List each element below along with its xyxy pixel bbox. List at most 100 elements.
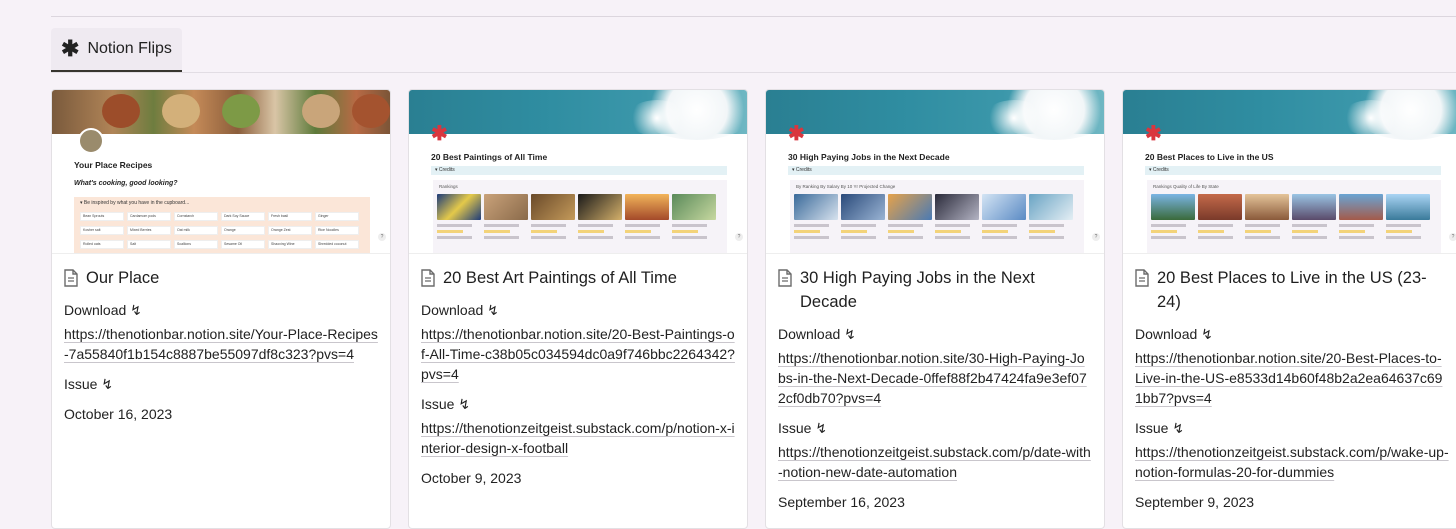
cover-database: Rankings Quality of Life By State — [1147, 180, 1441, 253]
sea-cover-image — [409, 90, 747, 140]
page-icon — [64, 269, 78, 287]
download-label: Download ↯ — [1135, 326, 1213, 342]
gallery-card-best-places[interactable]: ✱ 20 Best Places to Live in the US ▾ Cre… — [1122, 89, 1456, 529]
cover-row-placeholder — [578, 224, 622, 242]
ingredient-cell: Cardamom pods — [127, 212, 171, 221]
ingredient-cell: Mixed Berries — [127, 226, 171, 235]
ingredient-cell: Shaoxing Wine — [268, 240, 312, 249]
issue-link[interactable]: https://thenotionzeitgeist.substack.com/… — [421, 418, 735, 458]
download-label: Download ↯ — [778, 326, 856, 342]
ingredient-cell: Sesame Oil — [221, 240, 265, 249]
download-link[interactable]: https://thenotionbar.notion.site/Your-Pl… — [64, 324, 378, 364]
card-cover: ✱ 30 High Paying Jobs in the Next Decade… — [766, 90, 1104, 254]
ingredients-grid: Bean Sprouts Cardamom pods Cornstarch Dark … — [80, 212, 359, 249]
cover-subtitle: What's cooking, good looking? — [74, 180, 178, 187]
cover-row-placeholder — [982, 224, 1026, 242]
help-icon: ? — [1092, 233, 1100, 241]
help-icon: ? — [1449, 233, 1456, 241]
cover-row-placeholder — [841, 224, 885, 242]
ingredients-box: ▾ Be inspired by what you have in the cu… — [74, 197, 370, 253]
ingredient-cell: Salt — [127, 240, 171, 249]
ingredients-title: ▾ Be inspired by what you have in the cu… — [80, 200, 190, 206]
cover-row-placeholder — [1339, 224, 1383, 242]
issue-link[interactable]: https://thenotionzeitgeist.substack.com/… — [1135, 442, 1449, 482]
cover-row-placeholder — [625, 224, 669, 242]
issue-label: Issue ↯ — [1135, 420, 1185, 436]
cover-row-placeholder — [484, 224, 528, 242]
issue-label: Issue ↯ — [421, 396, 471, 412]
page-icon — [1135, 269, 1149, 287]
top-divider — [51, 16, 1456, 17]
ingredient-cell: Oat milk — [174, 226, 218, 235]
cover-row-placeholder — [1292, 224, 1336, 242]
cover-row-placeholder — [1245, 224, 1289, 242]
ingredient-cell: Ginger — [315, 212, 359, 221]
download-link[interactable]: https://thenotionbar.notion.site/20-Best… — [1135, 348, 1449, 408]
cover-title: 20 Best Paintings of All Time — [431, 152, 548, 162]
ingredient-cell: Bean Sprouts — [80, 212, 124, 221]
card-cover: Your Place Recipes What's cooking, good … — [52, 90, 390, 254]
cover-row-placeholder — [794, 224, 838, 242]
card-date: October 16, 2023 — [64, 406, 173, 422]
cover-row-placeholder — [1029, 224, 1073, 242]
food-cover-image — [52, 90, 390, 134]
cover-db-rows — [437, 224, 716, 242]
card-date: September 9, 2023 — [1135, 494, 1255, 510]
cover-title: 20 Best Places to Live in the US — [1145, 152, 1274, 162]
cover-row-placeholder — [1151, 224, 1195, 242]
issue-link[interactable]: https://thenotionzeitgeist.substack.com/… — [778, 442, 1092, 482]
ingredient-cell: Scallions — [174, 240, 218, 249]
cover-database: Rankings — [433, 180, 727, 253]
page-icon — [421, 269, 435, 287]
cover-title: Your Place Recipes — [74, 160, 153, 170]
gallery-card-high-paying-jobs[interactable]: ✱ 30 High Paying Jobs in the Next Decade… — [765, 89, 1105, 529]
card-date: October 9, 2023 — [421, 470, 522, 486]
sea-cover-image — [1123, 90, 1456, 140]
cover-row-placeholder — [888, 224, 932, 242]
ingredient-cell: Rolled oats — [80, 240, 124, 249]
card-cover: ✱ 20 Best Paintings of All Time ▾ Credit… — [409, 90, 747, 254]
cover-title: 30 High Paying Jobs in the Next Decade — [788, 152, 950, 162]
gallery-card-our-place[interactable]: Your Place Recipes What's cooking, good … — [51, 89, 391, 529]
cover-db-tabs: Rankings — [439, 184, 458, 189]
ingredient-cell: Fresh basil — [268, 212, 312, 221]
issue-label: Issue ↯ — [778, 420, 828, 436]
cover-row-placeholder — [531, 224, 575, 242]
ingredient-cell: Orange — [221, 226, 265, 235]
card-title[interactable]: 30 High Paying Jobs in the Next Decade — [800, 266, 1092, 314]
download-label: Download ↯ — [421, 302, 499, 318]
cover-row-placeholder — [1198, 224, 1242, 242]
tab-label: Notion Flips — [87, 40, 172, 57]
cover-db-rows — [794, 224, 1073, 242]
ingredient-cell: Dark Soy Sauce — [221, 212, 265, 221]
card-title[interactable]: 20 Best Places to Live in the US (23-24) — [1157, 266, 1449, 314]
card-date: September 16, 2023 — [778, 494, 905, 510]
help-icon: ? — [378, 233, 386, 241]
cover-db-tabs: Rankings Quality of Life By State — [1153, 184, 1219, 189]
sea-cover-image — [766, 90, 1104, 140]
ingredient-cell: Kosher salt — [80, 226, 124, 235]
page-icon-image — [78, 128, 104, 154]
download-link[interactable]: https://thenotionbar.notion.site/20-Best… — [421, 324, 735, 384]
page-icon — [778, 269, 792, 287]
cover-credits: ▾ Credits — [788, 166, 1084, 175]
download-link[interactable]: https://thenotionbar.notion.site/30-High… — [778, 348, 1092, 408]
asterisk-icon: ✱ — [61, 36, 80, 61]
cover-db-tabs: By Ranking By Salary By 10 Yr Projected … — [796, 184, 896, 189]
ingredient-cell: Shredded coconut — [315, 240, 359, 249]
cover-credits: ▾ Credits — [1145, 166, 1441, 175]
gallery-card-art-paintings[interactable]: ✱ 20 Best Paintings of All Time ▾ Credit… — [408, 89, 748, 529]
asterisk-icon: ✱ — [788, 123, 805, 145]
help-icon: ? — [735, 233, 743, 241]
ingredient-cell: Cornstarch — [174, 212, 218, 221]
tab-notion-flips[interactable]: ✱ Notion Flips — [51, 28, 182, 72]
ingredient-cell: Rice Noodles — [315, 226, 359, 235]
issue-label: Issue ↯ — [64, 376, 114, 392]
card-title[interactable]: 20 Best Art Paintings of All Time — [443, 266, 677, 290]
card-title[interactable]: Our Place — [86, 266, 159, 290]
asterisk-icon: ✱ — [1145, 123, 1162, 145]
cover-credits: ▾ Credits — [431, 166, 727, 175]
cover-db-rows — [1151, 224, 1430, 242]
view-tabbar: ✱ Notion Flips — [51, 28, 1456, 73]
download-label: Download ↯ — [64, 302, 142, 318]
